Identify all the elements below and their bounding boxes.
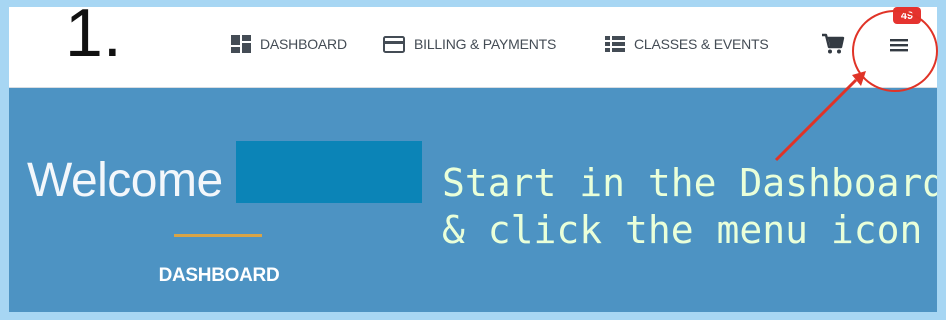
- nav-dashboard[interactable]: DASHBOARD: [231, 35, 347, 53]
- redacted-user-name: [236, 141, 422, 203]
- cart-icon: [822, 33, 845, 54]
- annotation-line-1: Start in the Dashboard: [442, 161, 937, 205]
- credit-card-icon: [383, 35, 405, 53]
- annotation-line-2: & click the menu icon: [442, 208, 923, 252]
- nav-classes-events[interactable]: CLASSES & EVENTS: [605, 35, 769, 53]
- nav-billing-label: BILLING & PAYMENTS: [414, 36, 557, 52]
- dashboard-icon: [231, 35, 251, 53]
- top-navigation-bar: 1. DASHBOARD BILLING & PAYMENTS CLASSES …: [9, 7, 937, 88]
- nav-classes-label: CLASSES & EVENTS: [634, 36, 769, 52]
- cart-button[interactable]: [821, 33, 845, 55]
- accent-divider: [174, 234, 262, 237]
- welcome-heading: Welcome: [27, 154, 223, 207]
- app-frame: 1. DASHBOARD BILLING & PAYMENTS CLASSES …: [9, 7, 937, 312]
- nav-billing-payments[interactable]: BILLING & PAYMENTS: [383, 35, 556, 53]
- tutorial-annotation: Start in the Dashboard & click the menu …: [442, 160, 937, 254]
- list-icon: [605, 36, 625, 52]
- nav-dashboard-label: DASHBOARD: [260, 36, 347, 52]
- callout-circle: [852, 10, 938, 92]
- step-number: 1.: [65, 7, 122, 71]
- page-subtitle: DASHBOARD: [158, 265, 280, 286]
